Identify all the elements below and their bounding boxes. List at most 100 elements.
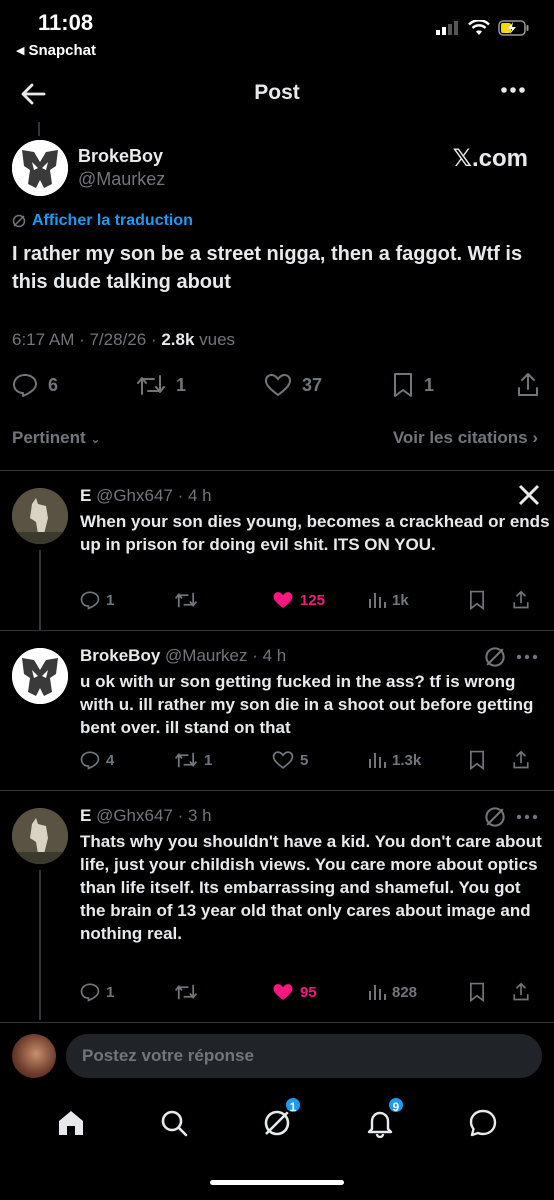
- bookmark-icon: [470, 750, 484, 770]
- translate-label: Afficher la traduction: [32, 212, 193, 229]
- tab-home[interactable]: [56, 1108, 86, 1138]
- reply-avatar[interactable]: [12, 488, 68, 544]
- thread-line: [39, 550, 41, 630]
- back-triangle-icon: ◀: [16, 45, 25, 57]
- search-icon: [161, 1110, 188, 1137]
- bookmark-button[interactable]: [468, 750, 512, 770]
- reply-icon: [80, 983, 100, 1002]
- reply-count: 6: [48, 374, 59, 395]
- reply-count: 1: [106, 983, 115, 1001]
- more-options-icon[interactable]: [516, 814, 538, 820]
- repost-icon: [174, 752, 198, 768]
- analytics-icon: [369, 985, 386, 1000]
- reply-button[interactable]: 1: [80, 982, 174, 1002]
- reply-author-name[interactable]: E: [80, 486, 91, 505]
- bookmark-button[interactable]: 1: [392, 372, 512, 398]
- share-button[interactable]: [512, 750, 530, 770]
- author-handle[interactable]: @Maurkez: [78, 169, 165, 190]
- reply-action-bar: 1 125 1k: [80, 590, 540, 610]
- share-button[interactable]: [516, 372, 540, 398]
- heart-icon: [272, 751, 294, 769]
- repost-button[interactable]: [174, 983, 272, 1001]
- reply-author-handle[interactable]: @Ghx647 · 3 h: [96, 806, 212, 825]
- heart-icon: [264, 373, 292, 397]
- like-button[interactable]: 125: [272, 590, 368, 610]
- goat-photo-icon: [12, 488, 68, 544]
- reply-avatar[interactable]: [12, 648, 68, 704]
- reply-count: 1: [106, 591, 115, 609]
- share-icon: [513, 750, 529, 769]
- reply-icon: [13, 374, 37, 397]
- analytics-icon: [369, 593, 386, 608]
- tab-grok[interactable]: 1: [262, 1096, 302, 1138]
- share-icon: [518, 373, 538, 396]
- repost-button[interactable]: 1: [174, 751, 272, 769]
- views-button[interactable]: 1k: [368, 591, 468, 609]
- view-quotes-link[interactable]: Voir les citations ›: [393, 428, 538, 448]
- bookmark-icon: [470, 590, 484, 610]
- views-label: vues: [194, 330, 236, 349]
- chevron-right-icon: ›: [532, 428, 538, 447]
- like-button[interactable]: 5: [272, 750, 368, 770]
- repost-button[interactable]: 1: [136, 374, 264, 396]
- repost-count: 1: [204, 751, 213, 769]
- views-button[interactable]: 828: [368, 983, 468, 1001]
- reply-text: u ok with ur son getting fucked in the a…: [80, 672, 534, 737]
- reply-action-bar: 4 1 5 1.3k: [80, 750, 540, 770]
- reply-input[interactable]: Postez votre réponse: [66, 1034, 542, 1078]
- reply-button[interactable]: 4: [80, 750, 174, 770]
- status-icons: [436, 20, 530, 36]
- tab-search[interactable]: [159, 1108, 189, 1138]
- share-icon: [513, 590, 529, 609]
- like-count: 125: [300, 591, 326, 609]
- user-avatar[interactable]: [12, 1034, 56, 1078]
- sort-dropdown[interactable]: Pertinent ⌄: [12, 428, 100, 448]
- home-icon: [59, 1111, 84, 1135]
- grok-icon[interactable]: [484, 646, 506, 668]
- repost-icon: [137, 375, 165, 395]
- reply-author-handle[interactable]: @Ghx647 · 4 h: [96, 486, 212, 505]
- reply-author-handle[interactable]: @Maurkez · 4 h: [165, 646, 286, 665]
- views-button[interactable]: 1.3k: [368, 751, 468, 769]
- back-to-app-link[interactable]: ◀ Snapchat: [16, 42, 96, 59]
- share-button[interactable]: [512, 982, 530, 1002]
- author-avatar[interactable]: [12, 140, 68, 196]
- reply-button[interactable]: 6: [12, 373, 136, 397]
- decepticon-logo-icon: [12, 648, 68, 704]
- like-count: 95: [300, 983, 317, 1001]
- like-button[interactable]: 37: [264, 373, 392, 397]
- reply-avatar[interactable]: [12, 808, 68, 864]
- repost-button[interactable]: [174, 591, 272, 609]
- bookmark-button[interactable]: [468, 982, 512, 1002]
- tab-messages[interactable]: [468, 1108, 498, 1138]
- author-name[interactable]: BrokeBoy: [78, 146, 163, 167]
- divider: [0, 470, 554, 471]
- decepticon-logo-icon: [12, 140, 68, 196]
- translate-icon: [12, 214, 26, 228]
- repost-icon: [174, 592, 198, 608]
- more-options-icon[interactable]: [500, 86, 526, 94]
- tab-notifications[interactable]: 9: [365, 1096, 405, 1139]
- share-button[interactable]: [512, 590, 530, 610]
- chat-bubble-icon: [469, 1109, 496, 1137]
- reply-icon: [80, 751, 100, 770]
- grok-badge: 1: [283, 1096, 302, 1114]
- status-time: 11:08: [38, 10, 94, 35]
- divider: [0, 630, 554, 631]
- more-options-icon[interactable]: [516, 654, 538, 660]
- divider: [0, 790, 554, 791]
- like-button[interactable]: 95: [272, 982, 368, 1002]
- x-logo-icon: [518, 484, 540, 506]
- grok-icon[interactable]: [484, 806, 506, 828]
- reply-button[interactable]: 1: [80, 590, 174, 610]
- reply-author-name[interactable]: BrokeBoy: [80, 646, 160, 665]
- divider: [0, 1022, 554, 1023]
- heart-filled-icon: [273, 592, 293, 608]
- reply-header: E @Ghx647 · 3 h: [80, 806, 212, 826]
- bookmark-button[interactable]: [468, 590, 512, 610]
- thread-line: [39, 870, 41, 1020]
- reply-author-name[interactable]: E: [80, 806, 91, 825]
- reply-header: E @Ghx647 · 4 h: [80, 486, 212, 506]
- bookmark-icon: [470, 982, 484, 1002]
- translate-link[interactable]: Afficher la traduction: [12, 212, 193, 230]
